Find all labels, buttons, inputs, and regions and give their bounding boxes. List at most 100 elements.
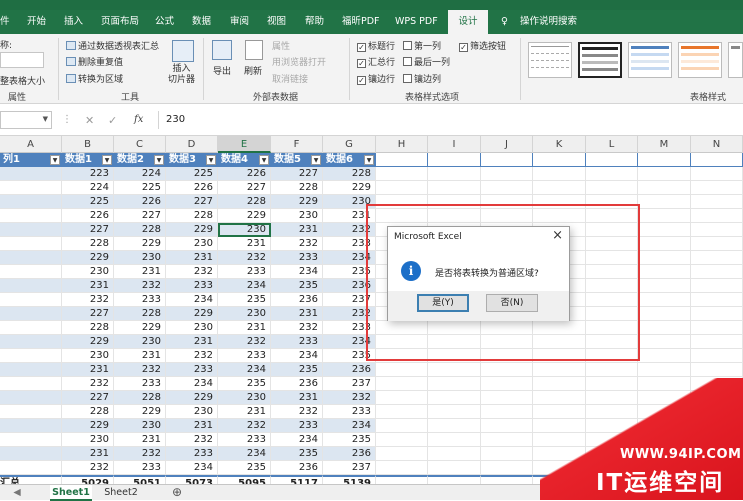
no-button[interactable]: 否(N) <box>486 294 538 312</box>
empty-cell[interactable] <box>691 223 743 237</box>
table-cell[interactable]: 235 <box>218 377 271 391</box>
empty-cell[interactable] <box>481 405 533 419</box>
empty-cell[interactable] <box>586 167 638 181</box>
column-header-l[interactable]: L <box>586 136 638 153</box>
table-cell[interactable]: 235 <box>271 279 323 293</box>
empty-cell[interactable] <box>638 209 691 223</box>
table-cell[interactable] <box>0 195 62 209</box>
name-box[interactable]: ▼ <box>0 111 52 129</box>
table-cell[interactable]: 232 <box>323 391 376 405</box>
empty-cell[interactable] <box>638 335 691 349</box>
table-cell[interactable]: 231 <box>62 363 114 377</box>
table-header-cell[interactable]: 数据4 ▼ <box>218 153 271 167</box>
empty-cell[interactable] <box>428 433 481 447</box>
empty-cell[interactable] <box>428 391 481 405</box>
column-header-i[interactable]: I <box>428 136 481 153</box>
table-cell[interactable]: 234 <box>218 447 271 461</box>
empty-cell[interactable] <box>481 447 533 461</box>
empty-cell[interactable] <box>481 433 533 447</box>
empty-cell[interactable] <box>481 181 533 195</box>
table-cell[interactable]: 233 <box>271 335 323 349</box>
empty-cell[interactable] <box>638 153 691 167</box>
empty-cell[interactable] <box>428 377 481 391</box>
table-cell[interactable]: 232 <box>166 433 218 447</box>
table-header-cell[interactable]: 数据2 ▼ <box>114 153 166 167</box>
table-cell[interactable]: 235 <box>218 461 271 475</box>
tab-foxit-pdf[interactable]: 福昕PDF <box>342 10 380 34</box>
table-cell[interactable]: 227 <box>114 209 166 223</box>
table-cell[interactable]: 233 <box>271 419 323 433</box>
empty-cell[interactable] <box>691 293 743 307</box>
table-cell[interactable]: 230 <box>114 335 166 349</box>
table-cell[interactable]: 227 <box>166 195 218 209</box>
table-style-swatch[interactable] <box>628 42 672 78</box>
empty-cell[interactable] <box>376 405 428 419</box>
table-cell[interactable]: 236 <box>271 293 323 307</box>
cancel-icon[interactable]: ✕ <box>85 114 94 127</box>
fx-icon[interactable]: fx <box>134 114 143 125</box>
insert-slicer-button[interactable]: 插入 切片器 <box>168 64 195 86</box>
empty-cell[interactable] <box>638 237 691 251</box>
table-cell[interactable]: 235 <box>218 293 271 307</box>
table-cell[interactable] <box>0 293 62 307</box>
table-cell[interactable]: 230 <box>166 405 218 419</box>
table-cell[interactable]: 229 <box>323 181 376 195</box>
table-cell[interactable]: 230 <box>166 321 218 335</box>
table-cell[interactable]: 229 <box>218 209 271 223</box>
header-row-checkbox[interactable]: ✓ 标题行 <box>357 39 395 52</box>
table-header-cell[interactable]: 数据6 ▼ <box>323 153 376 167</box>
table-cell[interactable]: 226 <box>218 167 271 181</box>
empty-cell[interactable] <box>481 461 533 475</box>
table-cell[interactable]: 228 <box>114 391 166 405</box>
empty-cell[interactable] <box>691 349 743 363</box>
prev-sheet-icon[interactable]: ◀ <box>10 485 24 501</box>
table-cell[interactable]: 232 <box>271 237 323 251</box>
table-cell[interactable]: 232 <box>271 405 323 419</box>
table-cell[interactable]: 230 <box>62 433 114 447</box>
empty-cell[interactable] <box>481 475 533 484</box>
yes-button[interactable]: 是(Y) <box>417 294 469 312</box>
empty-cell[interactable] <box>638 223 691 237</box>
table-cell[interactable]: 226 <box>62 209 114 223</box>
table-style-swatch[interactable] <box>528 42 572 78</box>
table-cell[interactable]: 233 <box>166 447 218 461</box>
banded-columns-checkbox[interactable]: 镶边列 <box>403 72 441 85</box>
table-cell[interactable] <box>0 447 62 461</box>
table-cell[interactable]: 228 <box>166 209 218 223</box>
table-cell[interactable] <box>0 223 62 237</box>
table-cell[interactable]: 229 <box>166 307 218 321</box>
empty-cell[interactable] <box>376 461 428 475</box>
column-header-j[interactable]: J <box>481 136 533 153</box>
table-cell[interactable]: 224 <box>114 167 166 181</box>
table-cell[interactable]: 225 <box>166 167 218 181</box>
table-cell[interactable]: 228 <box>62 321 114 335</box>
add-sheet-icon[interactable]: ⊕ <box>168 485 186 501</box>
filter-dropdown-icon[interactable]: ▼ <box>364 155 374 165</box>
empty-cell[interactable] <box>428 181 481 195</box>
table-cell[interactable]: 228 <box>62 405 114 419</box>
table-cell[interactable]: 228 <box>114 223 166 237</box>
empty-cell[interactable] <box>481 153 533 167</box>
empty-cell[interactable] <box>481 419 533 433</box>
table-cell[interactable]: 231 <box>166 335 218 349</box>
table-cell[interactable]: 235 <box>323 433 376 447</box>
empty-cell[interactable] <box>428 363 481 377</box>
empty-cell[interactable] <box>638 363 691 377</box>
tab-page-layout[interactable]: 页面布局 <box>101 10 139 34</box>
empty-cell[interactable] <box>481 391 533 405</box>
table-cell[interactable]: 232 <box>271 321 323 335</box>
table-cell[interactable] <box>0 321 62 335</box>
table-cell[interactable]: 227 <box>218 181 271 195</box>
empty-cell[interactable] <box>481 167 533 181</box>
column-header-a[interactable]: A <box>0 136 62 153</box>
table-header-cell[interactable]: 列1 ▼ <box>0 153 62 167</box>
table-cell[interactable]: 234 <box>271 349 323 363</box>
empty-cell[interactable] <box>691 167 743 181</box>
table-cell[interactable] <box>0 279 62 293</box>
table-cell[interactable]: 233 <box>114 377 166 391</box>
empty-cell[interactable] <box>638 195 691 209</box>
table-cell[interactable]: 236 <box>323 447 376 461</box>
empty-cell[interactable] <box>638 265 691 279</box>
table-cell[interactable]: 230 <box>166 237 218 251</box>
table-cell[interactable] <box>0 377 62 391</box>
